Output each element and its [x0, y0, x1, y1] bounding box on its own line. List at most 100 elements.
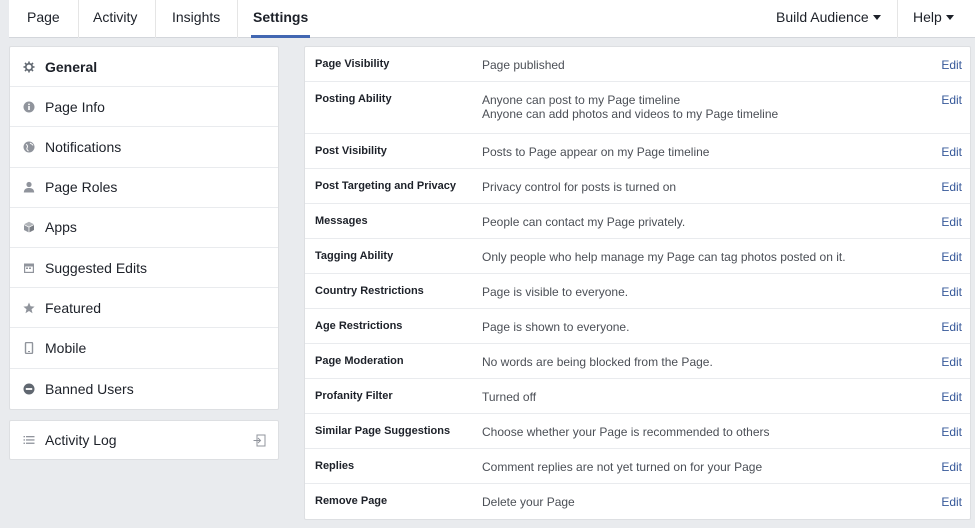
- tab-divider: [237, 0, 238, 38]
- setting-value: Posts to Page appear on my Page timeline: [482, 145, 710, 159]
- sidebar-item-banned-users[interactable]: Banned Users: [10, 369, 278, 409]
- settings-row-age-restrictions[interactable]: Age Restrictions Page is shown to everyo…: [305, 309, 970, 344]
- build-audience-menu[interactable]: Build Audience: [776, 0, 881, 38]
- sidebar-item-activity-log[interactable]: Activity Log: [9, 420, 279, 460]
- settings-row-post-visibility[interactable]: Post Visibility Posts to Page appear on …: [305, 134, 970, 169]
- setting-name: Page Moderation: [315, 355, 404, 367]
- setting-name: Country Restrictions: [315, 285, 424, 297]
- setting-value: Page published: [482, 58, 565, 72]
- settings-row-page-moderation[interactable]: Page Moderation No words are being block…: [305, 344, 970, 379]
- settings-row-profanity-filter[interactable]: Profanity Filter Turned off Edit: [305, 379, 970, 414]
- setting-name: Post Visibility: [315, 145, 387, 157]
- edit-link[interactable]: Edit: [941, 355, 962, 369]
- sidebar-item-notifications[interactable]: Notifications: [10, 127, 278, 168]
- edit-link[interactable]: Edit: [941, 250, 962, 264]
- gear-icon: [23, 61, 35, 73]
- tab-settings[interactable]: Settings: [250, 0, 311, 38]
- settings-row-replies[interactable]: Replies Comment replies are not yet turn…: [305, 449, 970, 484]
- settings-row-page-visibility[interactable]: Page Visibility Page published Edit: [305, 47, 970, 82]
- edit-link[interactable]: Edit: [941, 320, 962, 334]
- setting-name: Profanity Filter: [315, 390, 393, 402]
- settings-row-country-restrictions[interactable]: Country Restrictions Page is visible to …: [305, 274, 970, 309]
- settings-row-similar-page-suggestions[interactable]: Similar Page Suggestions Choose whether …: [305, 414, 970, 449]
- setting-value: Page is visible to everyone.: [482, 285, 629, 299]
- sidebar-item-mobile[interactable]: Mobile: [10, 328, 278, 369]
- setting-value: People can contact my Page privately.: [482, 215, 686, 229]
- setting-value: Comment replies are not yet turned on fo…: [482, 460, 763, 474]
- tab-activity[interactable]: Activity: [93, 0, 137, 38]
- external-link-icon: [253, 434, 266, 447]
- setting-value-line: Anyone can post to my Page timeline: [482, 93, 681, 107]
- tab-page[interactable]: Page: [27, 0, 60, 38]
- settings-row-remove-page[interactable]: Remove Page Delete your Page Edit: [305, 484, 970, 519]
- setting-value: Only people who help manage my Page can …: [482, 250, 846, 264]
- help-menu[interactable]: Help: [913, 0, 954, 38]
- setting-name: Similar Page Suggestions: [315, 425, 451, 437]
- setting-name: Posting Ability: [315, 93, 392, 105]
- minus-circle-icon: [23, 383, 35, 395]
- phone-icon: [23, 341, 35, 354]
- settings-row-messages[interactable]: Messages People can contact my Page priv…: [305, 204, 970, 239]
- person-icon: [23, 181, 35, 193]
- setting-name: Post Targeting and Privacy: [315, 180, 457, 192]
- sidebar-item-label: Page Roles: [45, 179, 118, 196]
- edit-link[interactable]: Edit: [941, 93, 962, 107]
- edit-link[interactable]: Edit: [941, 495, 962, 509]
- sidebar-item-general[interactable]: General: [10, 47, 278, 88]
- sidebar-item-page-info[interactable]: Page Info: [10, 87, 278, 128]
- tab-insights[interactable]: Insights: [172, 0, 220, 38]
- sidebar-item-label: Featured: [45, 299, 102, 316]
- setting-value: Page is shown to everyone.: [482, 320, 630, 334]
- setting-name: Age Restrictions: [315, 320, 403, 332]
- calendar-icon: [23, 262, 35, 274]
- edit-link[interactable]: Edit: [941, 58, 962, 72]
- sidebar-item-label: General: [45, 58, 98, 75]
- tab-divider: [78, 0, 79, 38]
- sidebar-item-label: Apps: [45, 219, 77, 236]
- setting-value: Privacy control for posts is turned on: [482, 180, 677, 194]
- sidebar-item-label: Mobile: [45, 339, 87, 356]
- edit-link[interactable]: Edit: [941, 215, 962, 229]
- edit-link[interactable]: Edit: [941, 390, 962, 404]
- sidebar-item-featured[interactable]: Featured: [10, 288, 278, 329]
- edit-link[interactable]: Edit: [941, 180, 962, 194]
- setting-value: Delete your Page: [482, 495, 575, 509]
- settings-row-tagging-ability[interactable]: Tagging Ability Only people who help man…: [305, 239, 970, 274]
- edit-link[interactable]: Edit: [941, 425, 962, 439]
- caret-down-icon: [872, 14, 881, 20]
- globe-icon: [23, 141, 35, 153]
- edit-link[interactable]: Edit: [941, 460, 962, 474]
- sidebar-item-label: Notifications: [45, 138, 122, 155]
- setting-value: No words are being blocked from the Page…: [482, 355, 713, 369]
- star-icon: [23, 302, 35, 314]
- build-audience-label: Build Audience: [776, 9, 869, 25]
- caret-down-icon: [945, 14, 954, 20]
- settings-row-posting-ability[interactable]: Posting Ability Anyone can post to my Pa…: [305, 82, 970, 134]
- edit-link[interactable]: Edit: [941, 285, 962, 299]
- sidebar-item-label: Page Info: [45, 98, 105, 115]
- sidebar-item-page-roles[interactable]: Page Roles: [10, 168, 278, 208]
- settings-row-post-targeting[interactable]: Post Targeting and Privacy Privacy contr…: [305, 169, 970, 204]
- setting-name: Replies: [315, 460, 355, 472]
- setting-value: Choose whether your Page is recommended …: [482, 425, 770, 439]
- sidebar-item-suggested-edits[interactable]: Suggested Edits: [10, 248, 278, 289]
- info-icon: [23, 101, 35, 113]
- tab-divider: [897, 0, 898, 38]
- setting-name: Messages: [315, 215, 368, 227]
- tab-divider: [155, 0, 156, 38]
- sidebar-item-label: Activity Log: [45, 432, 117, 448]
- settings-table: Page Visibility Page published Edit Post…: [304, 46, 971, 520]
- help-label: Help: [913, 9, 942, 25]
- setting-value: Turned off: [482, 390, 537, 404]
- setting-value: Anyone can post to my Page timeline Anyo…: [482, 93, 778, 121]
- setting-name: Page Visibility: [315, 58, 390, 70]
- page-top-nav: Page Activity Insights Settings Build Au…: [9, 0, 975, 38]
- cube-icon: [23, 221, 35, 233]
- edit-link[interactable]: Edit: [941, 145, 962, 159]
- setting-name: Remove Page: [315, 495, 388, 507]
- setting-value-line: Anyone can add photos and videos to my P…: [482, 107, 779, 121]
- setting-name: Tagging Ability: [315, 250, 394, 262]
- sidebar-item-label: Suggested Edits: [45, 259, 147, 276]
- settings-sidebar: General Page Info Notifications Page Rol…: [9, 46, 279, 410]
- sidebar-item-apps[interactable]: Apps: [10, 208, 278, 248]
